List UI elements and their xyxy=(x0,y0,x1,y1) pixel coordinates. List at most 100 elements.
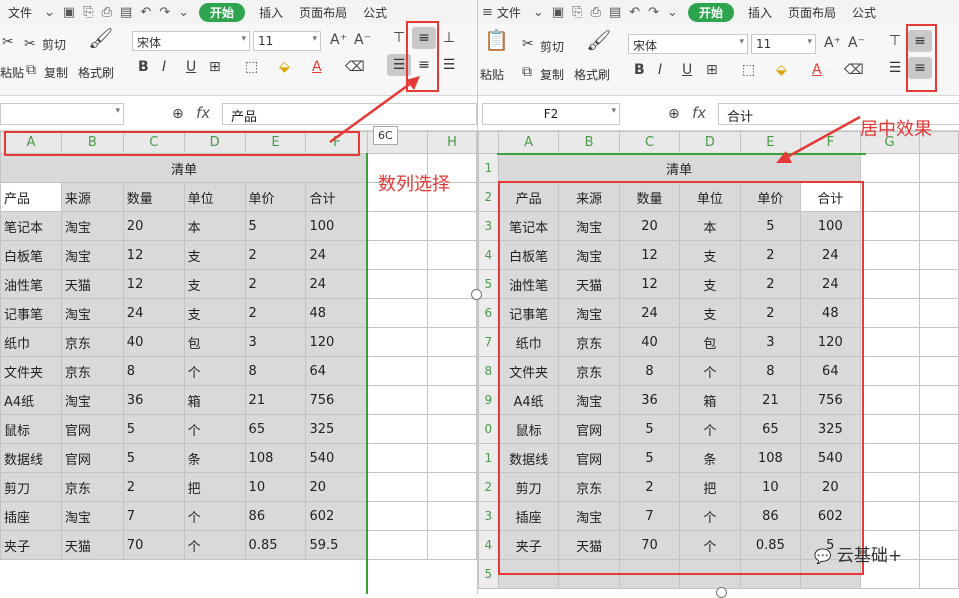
cell[interactable] xyxy=(859,443,920,473)
row-number[interactable]: 2 xyxy=(478,182,499,212)
save-icon[interactable]: ▣ xyxy=(59,5,79,20)
row-number[interactable]: 3 xyxy=(478,211,499,241)
table-cell[interactable]: 记事笔 xyxy=(0,298,62,328)
table-cell[interactable]: 5 xyxy=(739,211,802,241)
table-cell[interactable]: 油性笔 xyxy=(0,269,62,299)
table-cell[interactable]: 笔记本 xyxy=(0,211,62,241)
table-cell[interactable]: 65 xyxy=(244,414,307,444)
table-cell[interactable]: 100 xyxy=(305,211,369,241)
table-cell[interactable]: 条 xyxy=(183,443,246,473)
cell[interactable] xyxy=(427,472,477,502)
table-cell[interactable]: 纸巾 xyxy=(497,327,560,357)
table-cell[interactable]: 5 xyxy=(122,443,185,473)
corner-cell[interactable] xyxy=(478,131,499,154)
preview-icon[interactable]: ▤ xyxy=(116,5,136,20)
table-cell[interactable]: 个 xyxy=(183,414,246,444)
table-cell[interactable]: 油性笔 xyxy=(497,269,560,299)
column-header-d[interactable]: D xyxy=(679,131,741,154)
table-cell[interactable]: 8 xyxy=(739,356,802,386)
table-cell[interactable]: 包 xyxy=(183,327,246,357)
table-cell[interactable]: 2 xyxy=(244,240,307,270)
table-cell[interactable]: 7 xyxy=(122,501,185,531)
cell[interactable] xyxy=(427,414,477,444)
table-cell[interactable]: 325 xyxy=(305,414,369,444)
cell[interactable] xyxy=(367,269,429,299)
cell[interactable] xyxy=(918,298,959,328)
menu-file[interactable]: 文件 xyxy=(0,4,40,21)
header-cell[interactable]: 合计 xyxy=(800,182,861,212)
table-cell[interactable]: 40 xyxy=(618,327,681,357)
title-cell[interactable]: 清单 xyxy=(0,153,369,183)
save-icon[interactable]: ▣ xyxy=(548,5,568,20)
zoom-icon[interactable]: ⊕ xyxy=(668,106,680,122)
table-cell[interactable]: 包 xyxy=(679,327,741,357)
column-header-a[interactable]: A xyxy=(0,131,62,154)
table-cell[interactable]: 64 xyxy=(800,356,861,386)
copy-button[interactable]: 复制 xyxy=(44,64,68,81)
format-painter-button[interactable]: 格式刷 xyxy=(574,66,610,83)
table-cell[interactable]: 24 xyxy=(305,240,369,270)
table-cell[interactable]: 108 xyxy=(739,443,802,473)
cell[interactable] xyxy=(918,530,959,560)
table-cell[interactable]: 48 xyxy=(800,298,861,328)
menu-insert[interactable]: 插入 xyxy=(740,4,780,21)
cell[interactable] xyxy=(918,240,959,270)
align-center-icon[interactable]: ≡ xyxy=(908,57,932,79)
table-cell[interactable]: 夹子 xyxy=(497,530,560,560)
font-shrink-icon[interactable]: A⁻ xyxy=(848,35,865,51)
table-cell[interactable]: 剪刀 xyxy=(0,472,62,502)
table-cell[interactable]: 21 xyxy=(244,385,307,415)
name-box[interactable]: F2 ▾ xyxy=(482,103,620,125)
table-cell[interactable]: 12 xyxy=(122,240,185,270)
table-cell[interactable]: 个 xyxy=(183,356,246,386)
menu-start[interactable]: 开始 xyxy=(687,2,734,22)
table-cell[interactable]: 7 xyxy=(618,501,681,531)
table-cell[interactable]: 剪刀 xyxy=(497,472,560,502)
cell[interactable] xyxy=(367,530,429,560)
cell[interactable] xyxy=(859,472,920,502)
cell[interactable] xyxy=(859,414,920,444)
table-cell[interactable]: 京东 xyxy=(60,472,124,502)
table-cell[interactable]: 64 xyxy=(305,356,369,386)
cell[interactable] xyxy=(367,211,429,241)
cell[interactable] xyxy=(367,472,429,502)
font-grow-icon[interactable]: A⁺ xyxy=(330,32,347,48)
table-cell[interactable]: 20 xyxy=(800,472,861,502)
table-cell[interactable]: 把 xyxy=(679,472,741,502)
table-cell[interactable]: 插座 xyxy=(497,501,560,531)
table-cell[interactable]: 个 xyxy=(679,414,741,444)
table-cell[interactable]: 48 xyxy=(305,298,369,328)
cell[interactable] xyxy=(918,472,959,502)
fill-color-icon[interactable]: ⬙ xyxy=(279,59,290,75)
table-cell[interactable]: 淘宝 xyxy=(60,501,124,531)
cell[interactable] xyxy=(859,269,920,299)
table-cell[interactable]: 5 xyxy=(618,414,681,444)
table-cell[interactable]: 本 xyxy=(679,211,741,241)
column-header-e[interactable]: E xyxy=(244,131,307,154)
name-box[interactable]: ▾ xyxy=(0,103,124,125)
table-cell[interactable]: 鼠标 xyxy=(0,414,62,444)
column-header-a[interactable]: A xyxy=(497,131,560,154)
cell[interactable] xyxy=(859,182,920,212)
header-cell[interactable]: 产品 xyxy=(0,182,62,212)
font-family-select[interactable]: 宋体 ▾ xyxy=(628,34,748,54)
underline-icon[interactable]: U xyxy=(186,59,196,75)
table-cell[interactable]: 淘宝 xyxy=(558,211,620,241)
table-cell[interactable]: 0.85 xyxy=(739,530,802,560)
table-cell[interactable]: 白板笔 xyxy=(497,240,560,270)
table-cell[interactable]: 540 xyxy=(305,443,369,473)
table-cell[interactable]: 0.85 xyxy=(244,530,307,560)
fill-pattern-icon[interactable]: ⬚ xyxy=(245,59,258,75)
table-cell[interactable]: 淘宝 xyxy=(60,211,124,241)
table-cell[interactable]: 淘宝 xyxy=(558,240,620,270)
cell[interactable] xyxy=(427,356,477,386)
menu-lines-icon[interactable]: ≡ xyxy=(478,5,497,20)
print-icon[interactable]: ⎙ xyxy=(587,5,605,20)
table-cell[interactable]: 官网 xyxy=(558,443,620,473)
table-cell[interactable]: 602 xyxy=(800,501,861,531)
header-cell[interactable]: 单位 xyxy=(183,182,246,212)
table-cell[interactable]: 文件夹 xyxy=(0,356,62,386)
table-cell[interactable]: 数据线 xyxy=(0,443,62,473)
column-header-c[interactable]: C xyxy=(618,131,681,154)
table-cell[interactable]: 天猫 xyxy=(60,269,124,299)
